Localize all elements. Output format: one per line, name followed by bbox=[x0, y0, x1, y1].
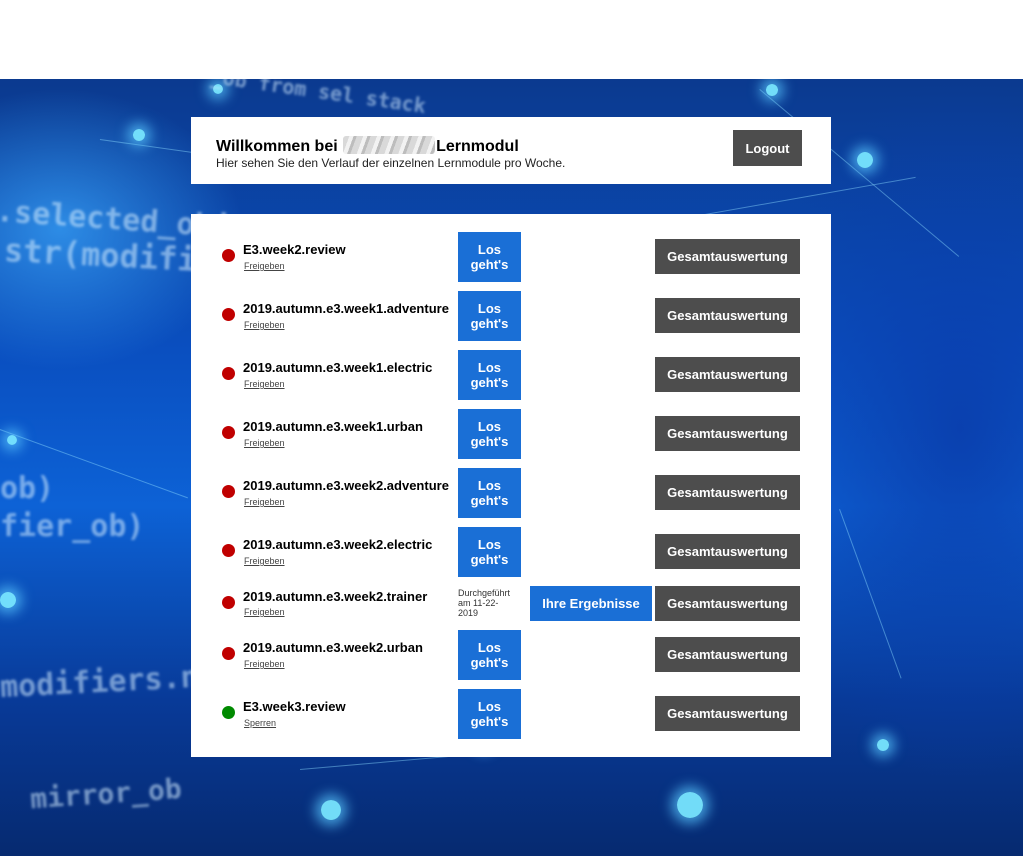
bg-code-line: mirror_ob bbox=[29, 771, 183, 816]
release-link[interactable]: Freigeben bbox=[244, 261, 285, 271]
status-dot-red bbox=[222, 426, 235, 439]
module-title: 2019.autumn.e3.week2.adventure bbox=[243, 478, 449, 493]
logout-button[interactable]: Logout bbox=[733, 130, 802, 166]
module-title: 2019.autumn.e3.week2.electric bbox=[243, 537, 433, 552]
module-title: E3.week3.review bbox=[243, 699, 346, 714]
list-item: 2019.autumn.e3.week2.adventure Freigeben… bbox=[191, 468, 831, 518]
page: _ob from sel stack .selected_obj str(mod… bbox=[0, 0, 1023, 856]
status-dot-red bbox=[222, 647, 235, 660]
overall-evaluation-button[interactable]: Gesamtauswertung bbox=[655, 696, 800, 731]
bg-code-line: fier_ob) bbox=[0, 509, 145, 544]
overall-evaluation-button[interactable]: Gesamtauswertung bbox=[655, 586, 800, 621]
start-button-label: geht's bbox=[470, 316, 509, 331]
start-button[interactable]: Los geht's bbox=[458, 689, 521, 739]
start-button-label: Los bbox=[477, 699, 502, 714]
start-button-label: Los bbox=[477, 478, 502, 493]
start-button-label: geht's bbox=[470, 375, 509, 390]
start-button-label: Los bbox=[477, 242, 502, 257]
overall-evaluation-button[interactable]: Gesamtauswertung bbox=[655, 637, 800, 672]
release-link[interactable]: Freigeben bbox=[244, 607, 285, 617]
overall-evaluation-button[interactable]: Gesamtauswertung bbox=[655, 298, 800, 333]
overall-evaluation-button[interactable]: Gesamtauswertung bbox=[655, 357, 800, 392]
module-title: 2019.autumn.e3.week1.adventure bbox=[243, 301, 449, 316]
start-button[interactable]: Los geht's bbox=[458, 350, 521, 400]
overall-evaluation-button[interactable]: Gesamtauswertung bbox=[655, 416, 800, 451]
module-title: 2019.autumn.e3.week2.urban bbox=[243, 640, 423, 655]
start-button[interactable]: Los geht's bbox=[458, 527, 521, 577]
title-prefix: Willkommen bei bbox=[216, 138, 338, 155]
release-link[interactable]: Freigeben bbox=[244, 379, 285, 389]
module-title: 2019.autumn.e3.week2.trainer bbox=[243, 589, 428, 604]
overall-evaluation-button[interactable]: Gesamtauswertung bbox=[655, 475, 800, 510]
start-button[interactable]: Los geht's bbox=[458, 630, 521, 680]
list-item: 2019.autumn.e3.week2.trainer Freigeben D… bbox=[191, 584, 831, 624]
overall-evaluation-button[interactable]: Gesamtauswertung bbox=[655, 534, 800, 569]
start-button[interactable]: Los geht's bbox=[458, 232, 521, 282]
start-button-label: Los bbox=[477, 301, 502, 316]
completed-date-text: Durchgeführt am 11-22- 2019 bbox=[458, 588, 524, 618]
bg-code-line: _ob from sel stack bbox=[209, 79, 428, 118]
status-dot-red bbox=[222, 485, 235, 498]
start-button-label: geht's bbox=[470, 552, 509, 567]
list-item: 2019.autumn.e3.week1.adventure Freigeben… bbox=[191, 291, 831, 341]
list-item: E3.week2.review Freigeben Los geht's Gesa… bbox=[191, 232, 831, 282]
title-suffix: Lernmodul bbox=[436, 138, 519, 155]
release-link[interactable]: Freigeben bbox=[244, 659, 285, 669]
overall-evaluation-button[interactable]: Gesamtauswertung bbox=[655, 239, 800, 274]
status-dot-red bbox=[222, 544, 235, 557]
module-title: E3.week2.review bbox=[243, 242, 346, 257]
start-button[interactable]: Los geht's bbox=[458, 291, 521, 341]
completed-label: Durchgeführt bbox=[458, 588, 511, 598]
bg-code-line: ob) bbox=[0, 471, 55, 506]
lock-link[interactable]: Sperren bbox=[244, 718, 276, 728]
release-link[interactable]: Freigeben bbox=[244, 497, 285, 507]
status-dot-red bbox=[222, 308, 235, 321]
release-link[interactable]: Freigeben bbox=[244, 556, 285, 566]
start-button-label: Los bbox=[477, 640, 502, 655]
module-title: 2019.autumn.e3.week1.electric bbox=[243, 360, 433, 375]
page-title: Willkommen bei Lernmodul bbox=[216, 136, 519, 156]
your-results-button[interactable]: Ihre Ergebnisse bbox=[530, 586, 652, 621]
status-dot-red bbox=[222, 249, 235, 262]
list-item: 2019.autumn.e3.week1.urban Freigeben Los… bbox=[191, 409, 831, 459]
list-item: E3.week3.review Sperren Los geht's Gesamt… bbox=[191, 689, 831, 739]
release-link[interactable]: Freigeben bbox=[244, 438, 285, 448]
start-button-label: geht's bbox=[470, 714, 509, 729]
redacted-logo bbox=[343, 136, 436, 154]
completed-year: 2019 bbox=[458, 608, 479, 618]
page-subtitle: Hier sehen Sie den Verlauf der einzelnen… bbox=[216, 156, 566, 170]
release-link[interactable]: Freigeben bbox=[244, 320, 285, 330]
start-button[interactable]: Los geht's bbox=[458, 468, 521, 518]
status-dot-red bbox=[222, 596, 235, 609]
start-button[interactable]: Los geht's bbox=[458, 409, 521, 459]
list-item: 2019.autumn.e3.week2.electric Freigeben … bbox=[191, 527, 831, 577]
completed-date: am 11-22- bbox=[458, 598, 499, 608]
start-button-label: geht's bbox=[470, 257, 509, 272]
start-button-label: Los bbox=[477, 419, 502, 434]
module-list: E3.week2.review Freigeben Los geht's Gesa… bbox=[191, 214, 831, 757]
module-title: 2019.autumn.e3.week1.urban bbox=[243, 419, 423, 434]
status-dot-green bbox=[222, 706, 235, 719]
top-blank-bar bbox=[0, 0, 1023, 79]
start-button-label: geht's bbox=[470, 493, 509, 508]
list-item: 2019.autumn.e3.week2.urban Freigeben Los… bbox=[191, 630, 831, 680]
welcome-header: Willkommen bei Lernmodul Hier sehen Sie … bbox=[191, 117, 831, 184]
status-dot-red bbox=[222, 367, 235, 380]
start-button-label: geht's bbox=[470, 434, 509, 449]
start-button-label: Los bbox=[477, 360, 502, 375]
start-button-label: geht's bbox=[470, 655, 509, 670]
start-button-label: Los bbox=[477, 537, 502, 552]
list-item: 2019.autumn.e3.week1.electric Freigeben … bbox=[191, 350, 831, 400]
